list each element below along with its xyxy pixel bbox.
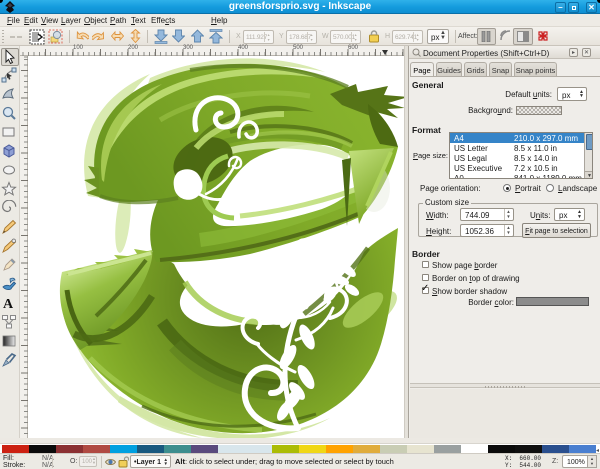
svg-text:A: A (3, 297, 14, 311)
